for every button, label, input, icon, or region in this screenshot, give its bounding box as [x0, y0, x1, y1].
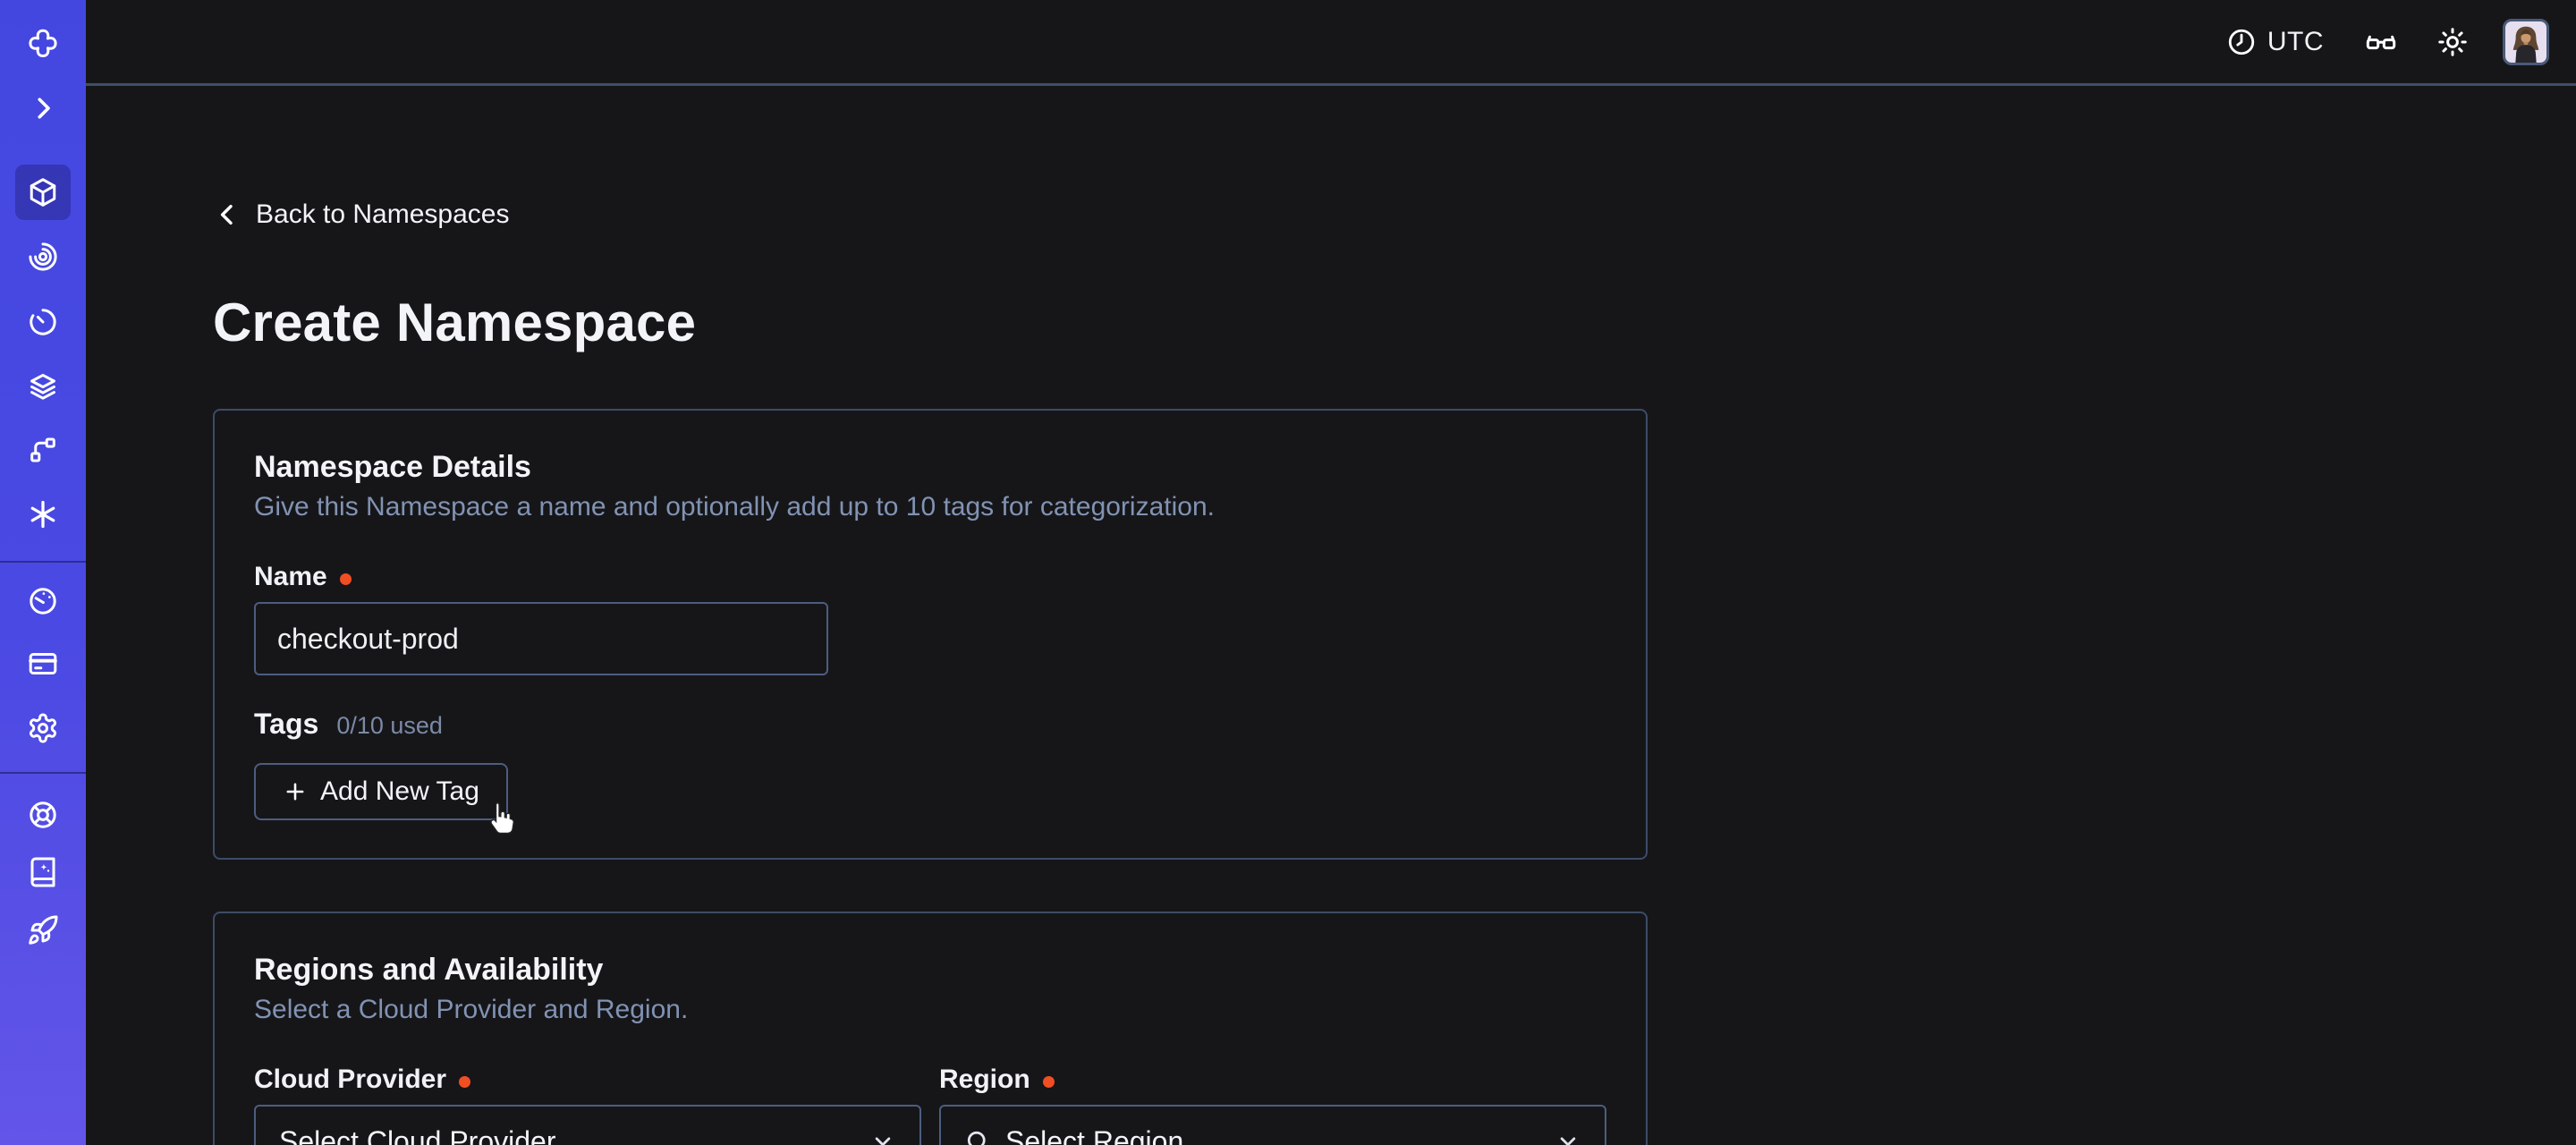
glasses-icon[interactable] — [2365, 26, 2397, 58]
add-new-tag-button[interactable]: Add New Tag — [254, 763, 508, 820]
name-label: Name — [254, 561, 327, 593]
sidebar — [0, 0, 86, 1145]
sidebar-item-getting-started-rocket-icon[interactable] — [27, 914, 59, 946]
chevron-down-icon — [869, 1128, 896, 1145]
sidebar-item-workers-branch-icon[interactable] — [27, 434, 59, 466]
card-subtitle: Give this Namespace a name and optionall… — [254, 489, 1606, 525]
sidebar-item-schedules-timer-icon[interactable] — [27, 306, 59, 338]
tags-label: Tags — [254, 706, 318, 742]
sidebar-item-support-lifebuoy-icon[interactable] — [27, 799, 59, 831]
sidebar-item-docs-book-icon[interactable] — [27, 856, 59, 888]
regions-availability-card: Regions and Availability Select a Cloud … — [213, 912, 1648, 1145]
sidebar-expand-chevron-right-icon[interactable] — [27, 92, 59, 124]
cloud-provider-label-row: Cloud Provider — [254, 1064, 921, 1096]
theme-toggle-sun-icon[interactable] — [2436, 26, 2469, 58]
chevron-down-icon — [1555, 1128, 1581, 1145]
add-new-tag-label: Add New Tag — [320, 776, 479, 807]
sidebar-divider — [0, 772, 86, 774]
sidebar-divider — [0, 561, 86, 563]
required-dot — [459, 1076, 470, 1088]
card-title: Namespace Details — [254, 448, 1606, 486]
tags-label-row: Tags 0/10 used — [254, 706, 1606, 742]
card-title: Regions and Availability — [254, 951, 1606, 988]
back-to-namespaces-link[interactable]: Back to Namespaces — [213, 197, 509, 233]
timezone-label: UTC — [2267, 27, 2324, 57]
plus-icon — [283, 779, 308, 804]
region-label-row: Region — [939, 1064, 1606, 1096]
chevron-left-icon — [213, 200, 242, 229]
sidebar-item-deployments-layers-icon[interactable] — [27, 370, 59, 403]
region-field: Region Select Region — [939, 1028, 1606, 1145]
cloud-provider-field: Cloud Provider Select Cloud Provider — [254, 1028, 921, 1145]
back-link-label: Back to Namespaces — [256, 197, 509, 233]
cloud-provider-label: Cloud Provider — [254, 1064, 446, 1096]
user-avatar[interactable] — [2503, 19, 2549, 65]
region-placeholder: Select Region — [1005, 1125, 1183, 1145]
timezone-selector[interactable]: UTC — [2226, 27, 2324, 57]
name-label-row: Name — [254, 561, 1606, 593]
card-subtitle: Select a Cloud Provider and Region. — [254, 992, 1606, 1028]
namespace-details-card: Namespace Details Give this Namespace a … — [213, 409, 1648, 860]
cloud-provider-select[interactable]: Select Cloud Provider — [254, 1105, 921, 1145]
sidebar-item-workflows-spiral-icon[interactable] — [27, 241, 59, 273]
sidebar-item-billing-card-icon[interactable] — [27, 648, 59, 680]
search-icon — [964, 1128, 991, 1145]
required-dot — [340, 573, 352, 585]
required-dot — [1043, 1076, 1055, 1088]
sidebar-item-nexus-asterisk-icon[interactable] — [27, 498, 59, 530]
region-label: Region — [939, 1064, 1030, 1096]
region-select[interactable]: Select Region — [939, 1105, 1606, 1145]
cloud-provider-placeholder: Select Cloud Provider — [279, 1125, 555, 1145]
temporal-logo-icon[interactable] — [27, 28, 59, 60]
sidebar-item-settings-gear-icon[interactable] — [27, 712, 59, 744]
topbar: UTC — [86, 0, 2576, 86]
tags-used-counter: 0/10 used — [336, 712, 443, 740]
clock-icon — [2226, 27, 2257, 57]
namespace-name-input[interactable] — [254, 602, 828, 675]
page-title: Create Namespace — [213, 294, 1648, 352]
sidebar-item-namespaces-cube-icon[interactable] — [27, 176, 59, 208]
main-content: Back to Namespaces Create Namespace Name… — [86, 86, 2576, 1145]
sidebar-item-usage-gauge-icon[interactable] — [27, 585, 59, 617]
